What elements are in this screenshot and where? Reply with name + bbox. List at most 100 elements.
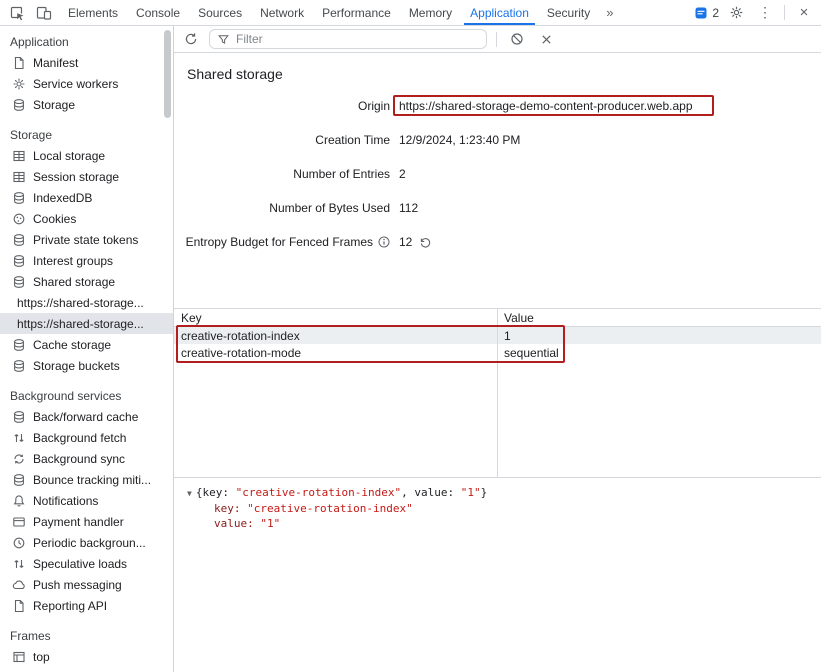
field-value: https://shared-storage-demo-content-prod… <box>399 99 693 113</box>
device-toolbar-icon[interactable] <box>32 2 56 24</box>
panel-toolbar <box>174 26 821 53</box>
sidebar-section-frames: Frames top <box>0 626 173 667</box>
property-value: "creative-rotation-index" <box>247 502 413 515</box>
sidebar-item-cache-storage[interactable]: Cache storage <box>0 334 173 355</box>
sidebar-item-shared-storage-origin-1[interactable]: https://shared-storage... <box>0 292 173 313</box>
expander-triangle-icon[interactable]: ▼ <box>187 489 192 498</box>
entropy-value: 12 <box>399 235 412 249</box>
metadata-fields: Origin https://shared-storage-demo-conte… <box>174 89 821 259</box>
tab-performance[interactable]: Performance <box>313 0 400 25</box>
sidebar-item-shared-storage-origin-2[interactable]: https://shared-storage... <box>0 313 173 334</box>
kebab-menu-icon[interactable]: ⋮ <box>753 2 777 24</box>
tab-memory[interactable]: Memory <box>400 0 461 25</box>
inspect-element-icon[interactable] <box>5 2 29 24</box>
column-header-key[interactable]: Key <box>174 311 497 325</box>
field-number-of-bytes-used: Number of Bytes Used 112 <box>174 191 821 225</box>
sidebar-item-storage[interactable]: Storage <box>0 94 173 115</box>
close-devtools-icon[interactable]: × <box>792 2 816 24</box>
field-creation-time: Creation Time 12/9/2024, 1:23:40 PM <box>174 123 821 157</box>
column-header-value[interactable]: Value <box>497 311 534 325</box>
tab-elements[interactable]: Elements <box>59 0 127 25</box>
column-divider[interactable] <box>497 309 498 477</box>
toolbar-divider <box>496 32 497 47</box>
tab-label: Security <box>547 6 590 20</box>
info-icon[interactable] <box>378 236 390 248</box>
sidebar-item-background-sync[interactable]: Background sync <box>0 448 173 469</box>
field-value: 112 <box>399 201 418 215</box>
preview-summary-line: ▼{key: "creative-rotation-index", value:… <box>187 485 821 501</box>
tab-network[interactable]: Network <box>251 0 313 25</box>
property-name: key <box>214 502 234 515</box>
item-label: Cookies <box>33 212 76 226</box>
delete-selected-icon[interactable] <box>535 28 557 50</box>
sidebar-item-periodic-background-sync[interactable]: Periodic backgroun... <box>0 532 173 553</box>
database-icon <box>12 191 26 205</box>
tab-label: Performance <box>322 6 391 20</box>
sidebar-item-storage-buckets[interactable]: Storage buckets <box>0 355 173 376</box>
sidebar-item-back-forward-cache[interactable]: Back/forward cache <box>0 406 173 427</box>
item-label: Session storage <box>33 170 119 184</box>
sidebar-item-cookies[interactable]: Cookies <box>0 208 173 229</box>
messages-count-badge[interactable]: 2 <box>694 6 719 20</box>
tab-application[interactable]: Application <box>461 0 538 25</box>
tabbar-right-icons: 2 ⋮ × <box>694 0 821 25</box>
database-icon <box>12 359 26 373</box>
cell-key: creative-rotation-index <box>174 329 497 343</box>
chevron-label: » <box>606 5 613 20</box>
reset-budget-icon[interactable] <box>419 236 432 249</box>
sidebar-item-interest-groups[interactable]: Interest groups <box>0 250 173 271</box>
item-label: https://shared-storage... <box>17 296 144 310</box>
sidebar-item-local-storage[interactable]: Local storage <box>0 145 173 166</box>
close-glyph: × <box>800 4 809 21</box>
tab-label: Console <box>136 6 180 20</box>
payment-card-icon <box>12 515 26 529</box>
tab-console[interactable]: Console <box>127 0 189 25</box>
field-value: 2 <box>399 167 406 181</box>
item-label: Push messaging <box>33 578 122 592</box>
settings-gear-icon[interactable] <box>724 2 748 24</box>
property-colon: : <box>234 502 247 515</box>
shared-storage-panel: Shared storage Origin https://shared-sto… <box>174 26 821 672</box>
sidebar-item-push-messaging[interactable]: Push messaging <box>0 574 173 595</box>
clock-icon <box>12 536 26 550</box>
cloud-icon <box>12 578 26 592</box>
item-label: Back/forward cache <box>33 410 138 424</box>
item-label: Manifest <box>33 56 78 70</box>
item-label: Reporting API <box>33 599 107 613</box>
shared-storage-table: Key Value creative-rotation-index 1 crea… <box>174 308 821 478</box>
item-label: Interest groups <box>33 254 113 268</box>
more-tabs-chevron[interactable]: » <box>599 0 620 25</box>
section-title: Background services <box>0 386 173 406</box>
sidebar-item-reporting-api[interactable]: Reporting API <box>0 595 173 616</box>
sidebar-item-private-state-tokens[interactable]: Private state tokens <box>0 229 173 250</box>
sidebar-item-shared-storage[interactable]: Shared storage <box>0 271 173 292</box>
panel-body: Shared storage Origin https://shared-sto… <box>174 53 821 672</box>
tab-security[interactable]: Security <box>538 0 599 25</box>
sidebar-item-background-fetch[interactable]: Background fetch <box>0 427 173 448</box>
document-icon <box>12 56 26 70</box>
filter-input[interactable] <box>236 32 479 46</box>
message-icon <box>694 6 708 20</box>
sidebar-item-manifest[interactable]: Manifest <box>0 52 173 73</box>
summary-key-label: key: <box>202 486 235 499</box>
sidebar-item-speculative-loads[interactable]: Speculative loads <box>0 553 173 574</box>
clear-all-icon[interactable] <box>506 28 528 50</box>
cell-value: 1 <box>497 329 511 343</box>
refresh-icon[interactable] <box>180 28 202 50</box>
item-label: Background fetch <box>33 431 126 445</box>
field-value: 12 <box>399 235 432 249</box>
database-icon <box>12 275 26 289</box>
sidebar-scrollbar-thumb[interactable] <box>164 30 171 118</box>
sidebar-item-top-frame[interactable]: top <box>0 646 173 667</box>
sidebar-item-bounce-tracking-mitigations[interactable]: Bounce tracking miti... <box>0 469 173 490</box>
sidebar-item-payment-handler[interactable]: Payment handler <box>0 511 173 532</box>
sidebar-item-session-storage[interactable]: Session storage <box>0 166 173 187</box>
field-label: Number of Bytes Used <box>174 201 390 215</box>
sidebar-item-service-workers[interactable]: Service workers <box>0 73 173 94</box>
database-icon <box>12 254 26 268</box>
sidebar-item-notifications[interactable]: Notifications <box>0 490 173 511</box>
item-label: IndexedDB <box>33 191 92 205</box>
field-number-of-entries: Number of Entries 2 <box>174 157 821 191</box>
tab-sources[interactable]: Sources <box>189 0 251 25</box>
sidebar-item-indexeddb[interactable]: IndexedDB <box>0 187 173 208</box>
